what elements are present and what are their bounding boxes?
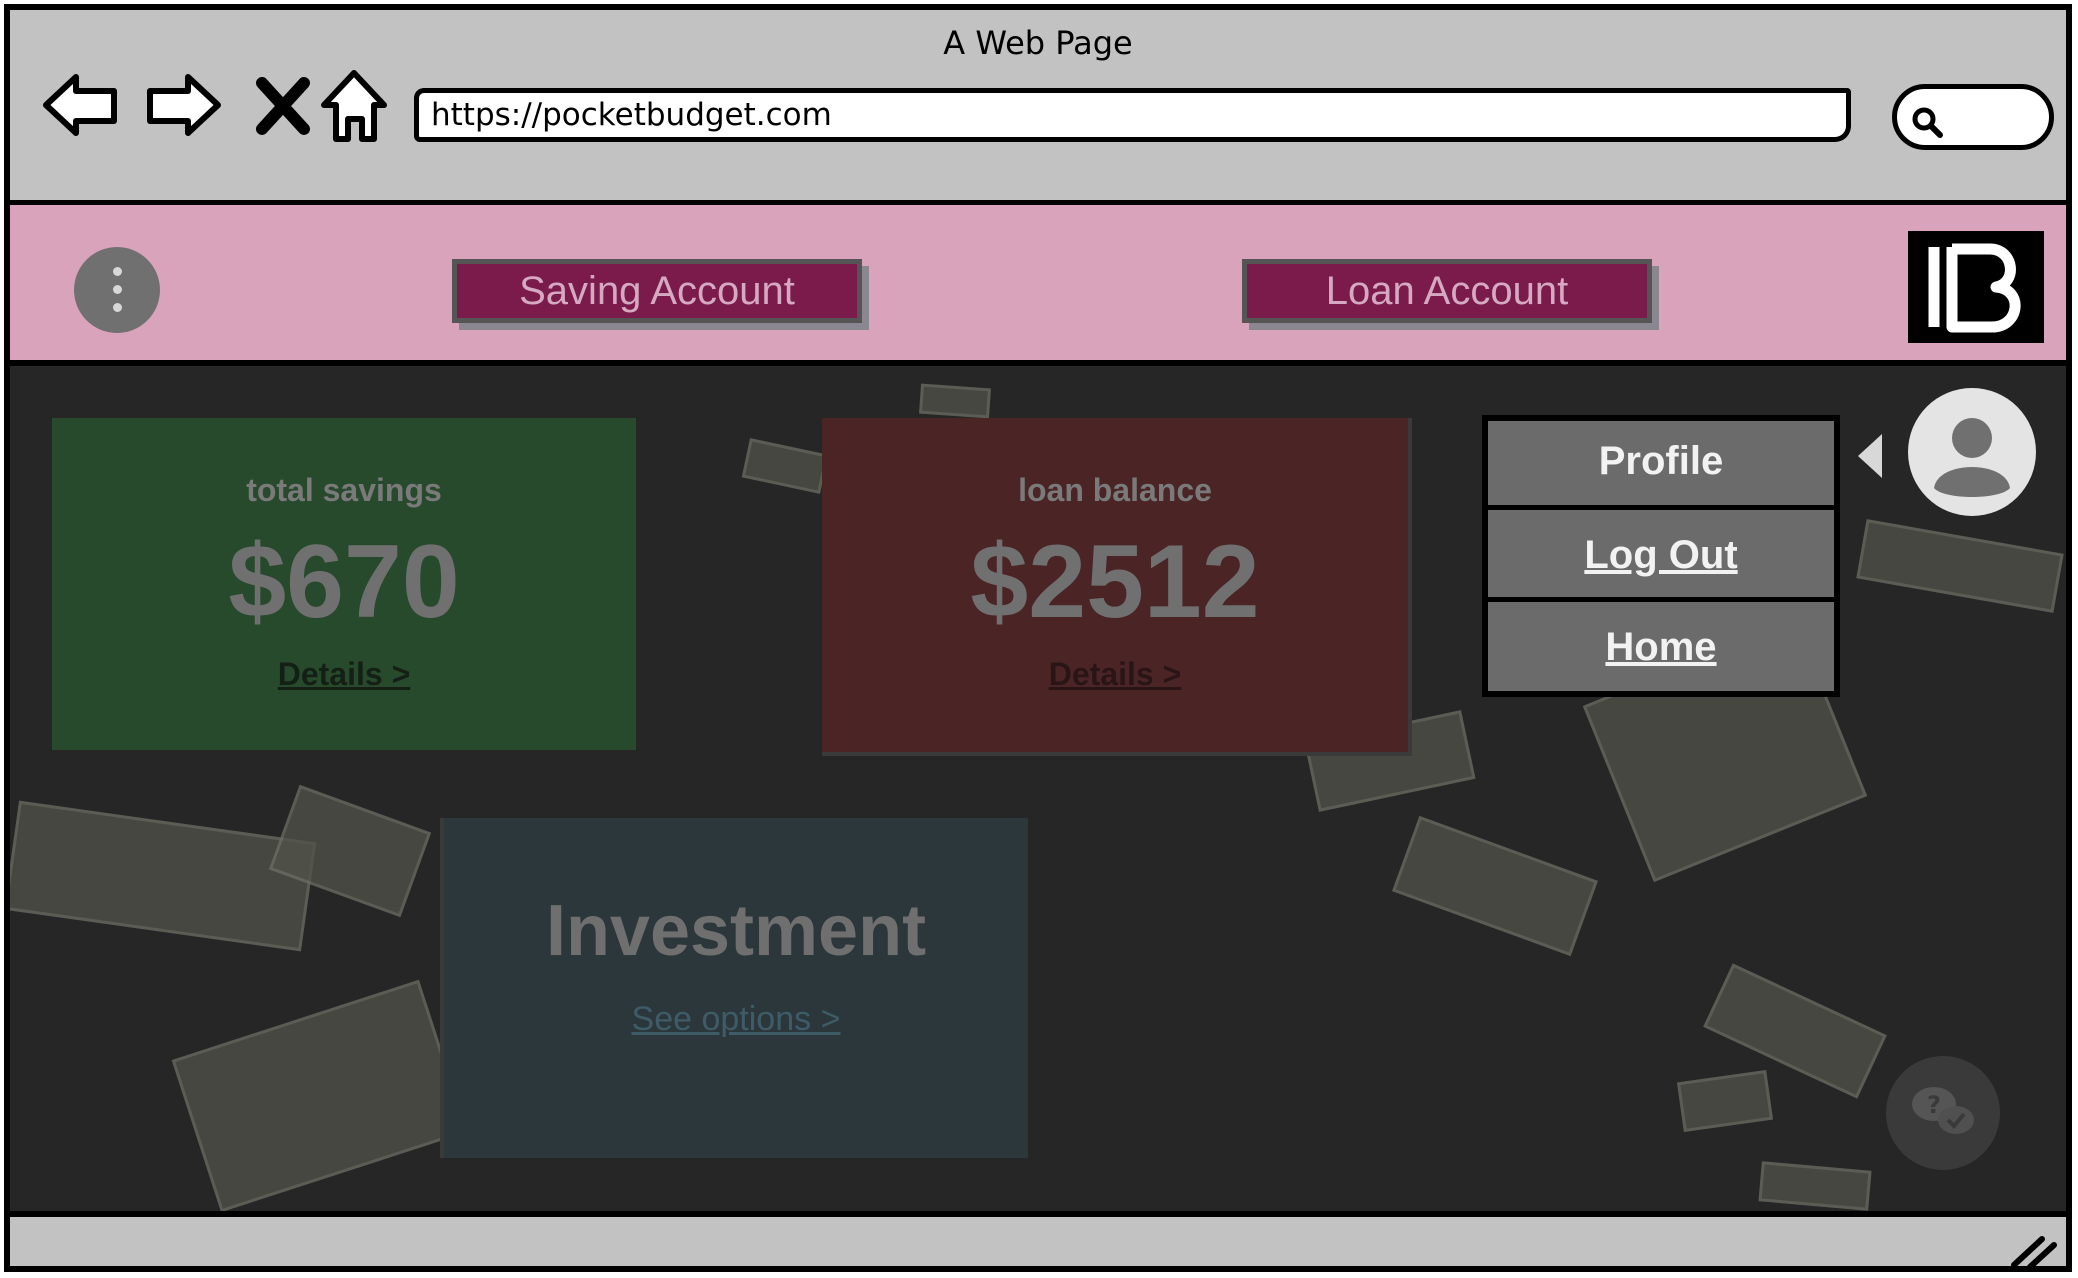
search-field[interactable] (1892, 84, 2054, 150)
app-header: Saving Account Loan Account (10, 205, 2066, 366)
menu-divider (1488, 597, 1834, 602)
loan-amount: $2512 (970, 524, 1260, 640)
savings-details-link[interactable]: Details > (52, 656, 636, 693)
address-bar[interactable]: https://pocketbudget.com (414, 88, 1851, 142)
loan-details-link[interactable]: Details > (822, 656, 1408, 693)
menu-item-profile[interactable]: Profile (1488, 421, 1834, 509)
window-title: A Web Page (943, 24, 1133, 62)
search-icon (1912, 107, 1943, 138)
money-bill-decoration (10, 800, 317, 952)
money-bill-decoration (919, 383, 991, 419)
investment-options-link[interactable]: See options > (444, 1000, 1028, 1039)
savings-card[interactable]: total savings $670 Details > (52, 418, 636, 750)
status-bar (10, 1211, 2066, 1271)
loan-label: loan balance (1018, 472, 1212, 508)
user-dropdown-menu: Profile Log Out Home (1482, 415, 1840, 697)
money-bill-decoration (1392, 815, 1598, 957)
browser-window: A Web Page https://pocketbudget.com Savi… (4, 4, 2072, 1272)
home-icon[interactable] (316, 65, 396, 145)
savings-label: total savings (246, 472, 442, 508)
investment-card[interactable]: Investment See options > (440, 818, 1028, 1158)
menu-item-logout[interactable]: Log Out (1488, 515, 1834, 603)
back-arrow-icon[interactable] (42, 65, 122, 145)
logo-icon[interactable] (1908, 231, 2044, 343)
loan-account-button[interactable]: Loan Account (1242, 259, 1652, 323)
user-avatar-icon[interactable] (1908, 388, 2036, 516)
close-icon[interactable] (246, 65, 326, 145)
savings-amount: $670 (228, 524, 460, 640)
money-bill-decoration (171, 979, 469, 1211)
money-bill-decoration (741, 438, 829, 494)
saving-account-button[interactable]: Saving Account (452, 259, 862, 323)
money-bill-decoration (1758, 1161, 1872, 1211)
menu-caret-icon (1858, 434, 1882, 478)
browser-toolbar: A Web Page https://pocketbudget.com (10, 10, 2066, 205)
kebab-menu-icon[interactable] (74, 247, 160, 333)
menu-divider (1488, 505, 1834, 510)
main-content: total savings $670 Details > loan balanc… (10, 366, 2066, 1211)
chat-support-icon[interactable]: ? (1886, 1056, 2000, 1170)
money-bill-decoration (1856, 519, 2064, 613)
resize-grip-icon[interactable] (2008, 1231, 2058, 1271)
loan-card[interactable]: loan balance $2512 Details > (822, 418, 1412, 756)
money-bill-decoration (1676, 1069, 1774, 1133)
forward-arrow-icon[interactable] (142, 65, 222, 145)
menu-item-home[interactable]: Home (1488, 607, 1834, 695)
investment-title: Investment (545, 891, 927, 971)
svg-text:?: ? (1927, 1091, 1941, 1119)
